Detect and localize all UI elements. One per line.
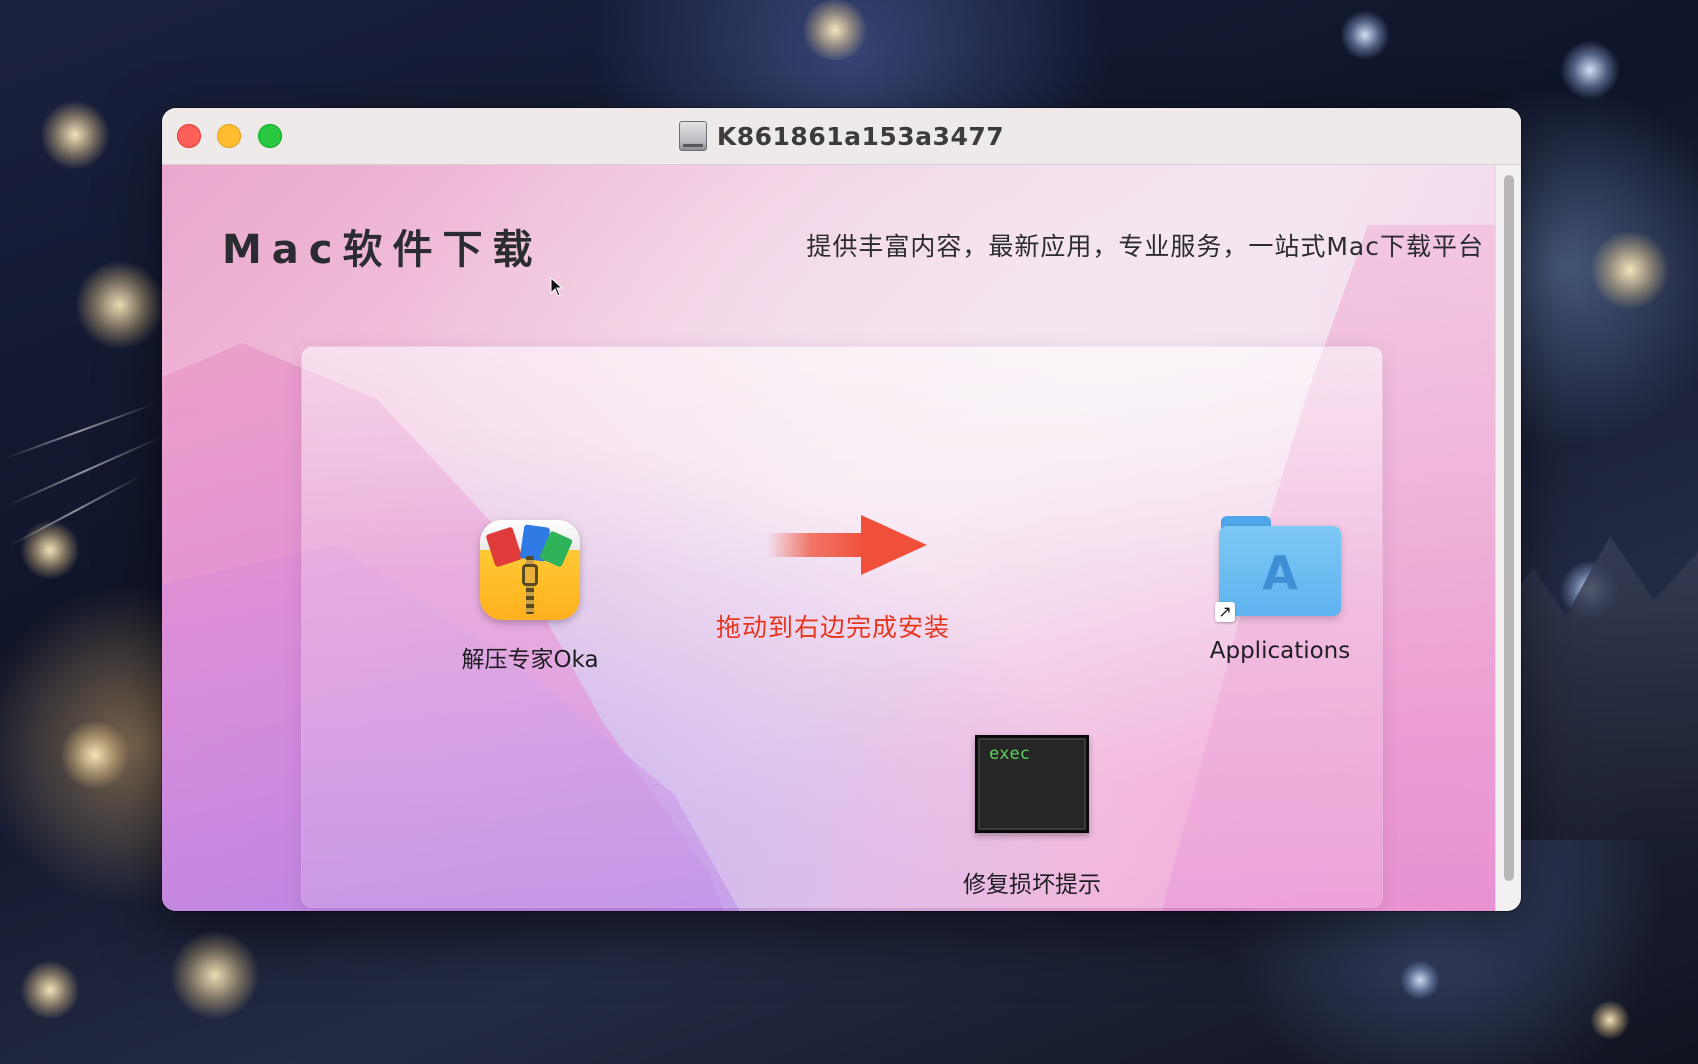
wallpaper-streak	[4, 402, 156, 460]
vertical-scrollbar[interactable]	[1495, 165, 1521, 911]
wallpaper-sparkle	[1590, 230, 1670, 310]
exec-terminal-icon[interactable]: exec	[975, 735, 1089, 833]
wallpaper-sparkle	[1590, 1000, 1630, 1040]
title-bar[interactable]: K861861a153a3477	[162, 108, 1521, 165]
wallpaper-sparkle	[20, 520, 80, 580]
app-label: 解压专家Oka	[461, 647, 599, 673]
mouse-cursor-icon	[550, 277, 564, 297]
install-hint: 拖动到右边完成安装	[716, 613, 951, 642]
wallpaper-sparkle	[20, 960, 80, 1020]
wallpaper-sparkle	[170, 930, 260, 1020]
fix-tool-label: 修复损坏提示	[963, 872, 1101, 898]
scrollbar-thumb[interactable]	[1504, 175, 1514, 881]
brand-slogan: 提供丰富内容，最新应用，专业服务，一站式Mac下载平台	[806, 232, 1484, 261]
applications-item[interactable]: A ↗ Applications	[1205, 516, 1355, 664]
applications-label: Applications	[1209, 638, 1351, 664]
wallpaper-sparkle	[1400, 960, 1440, 1000]
wallpaper-sparkle	[1560, 40, 1620, 100]
fix-tool-item[interactable]: exec 修复损坏提示	[952, 735, 1112, 899]
finder-window: K861861a153a3477 Mac软件下载 提供丰富内容，最新应用，专业服…	[162, 108, 1521, 911]
app-item[interactable]: 解压专家Oka	[440, 520, 620, 674]
wallpaper-sparkle	[60, 720, 130, 790]
dmg-background: Mac软件下载 提供丰富内容，最新应用，专业服务，一站式Mac下载平台 解压专家…	[162, 165, 1496, 911]
brand-title: Mac软件下载	[222, 227, 543, 273]
window-title-group: K861861a153a3477	[162, 108, 1521, 164]
wallpaper-sparkle	[1340, 10, 1390, 60]
alias-arrow-icon: ↗	[1215, 602, 1235, 622]
drag-arrow-icon	[767, 515, 927, 575]
disk-image-icon	[678, 121, 707, 151]
wallpaper-streak	[6, 435, 164, 507]
wallpaper-sparkle	[75, 260, 165, 350]
applications-folder-icon[interactable]: A ↗	[1215, 516, 1341, 622]
wallpaper-sparkle	[40, 100, 110, 170]
archive-app-icon[interactable]	[480, 520, 580, 620]
exec-icon-text: exec	[989, 744, 1030, 764]
window-title: K861861a153a3477	[716, 121, 1005, 151]
wallpaper-sparkle	[800, 0, 870, 60]
